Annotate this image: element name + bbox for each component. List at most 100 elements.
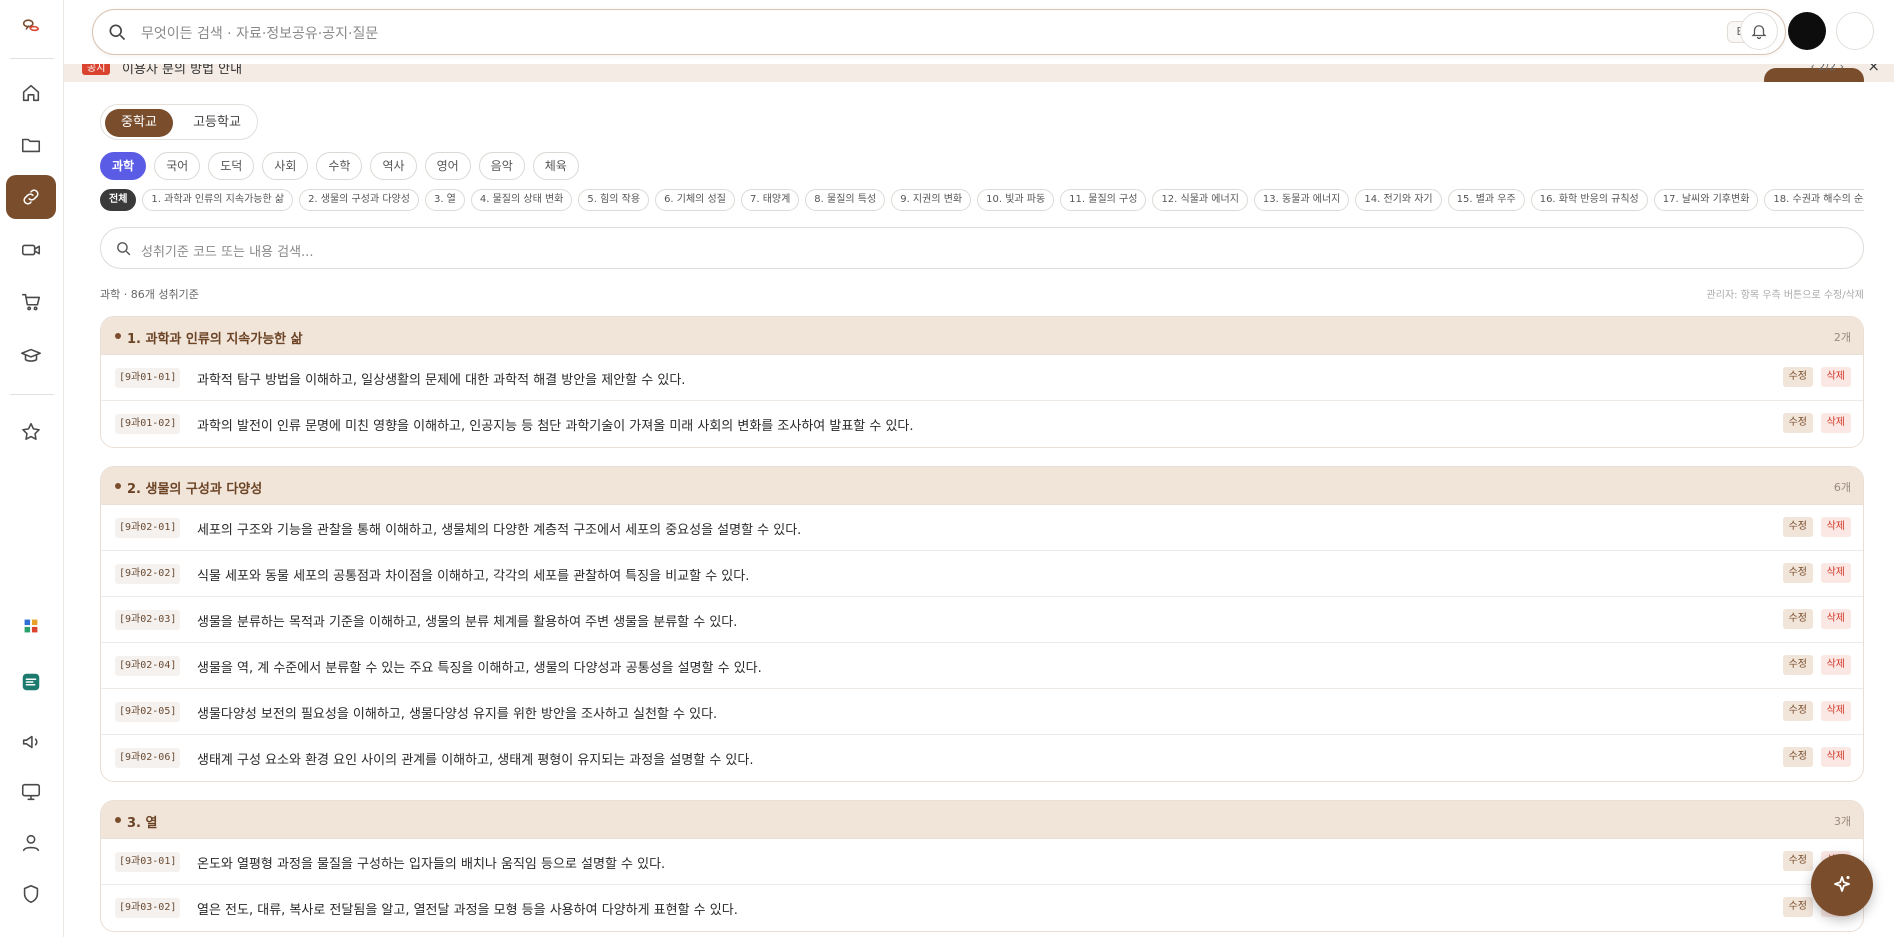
subject-chip[interactable]: 사회	[262, 152, 309, 180]
unit-chip[interactable]: 17. 날씨와 기후변화	[1653, 189, 1759, 211]
star-icon[interactable]	[6, 410, 56, 454]
unit-chip[interactable]: 10. 빛과 파동	[977, 189, 1055, 211]
standard-code: [9과02-04]	[115, 656, 181, 676]
megaphone-icon[interactable]	[6, 720, 56, 764]
subject-chip[interactable]: 역사	[370, 152, 417, 180]
unit-group: 1. 과학과 인류의 지속가능한 삶 2개 [9과01-01] 과학적 탐구 방…	[100, 316, 1864, 448]
unit-group-header[interactable]: 1. 과학과 인류의 지속가능한 삶 2개	[101, 317, 1863, 355]
edit-button[interactable]: 수정	[1782, 367, 1813, 387]
bell-icon	[1751, 25, 1767, 40]
standard-row: [9과01-02] 과학의 발전이 인류 문명에 미친 영향을 이해하고, 인공…	[101, 401, 1863, 447]
delete-button[interactable]: 삭제	[1820, 609, 1851, 629]
delete-button[interactable]: 삭제	[1820, 367, 1851, 387]
folder-icon[interactable]	[6, 123, 56, 167]
unit-chip[interactable]: 12. 식물과 에너지	[1152, 189, 1248, 211]
notification-button[interactable]	[1740, 12, 1778, 50]
cart-icon[interactable]	[6, 280, 56, 324]
unit-chip[interactable]: 4. 물질의 상태 변화	[470, 189, 573, 211]
unit-group-title: 3. 열	[127, 816, 158, 831]
delete-button[interactable]: 삭제	[1820, 563, 1851, 583]
unit-chip[interactable]: 9. 지권의 변화	[891, 189, 972, 211]
user-icon[interactable]	[6, 821, 56, 865]
unit-group: 3. 열 3개 [9과03-01] 온도와 열평형 과정을 물질을 구성하는 입…	[100, 800, 1864, 932]
edit-button[interactable]: 수정	[1782, 563, 1813, 583]
delete-button[interactable]: 삭제	[1820, 517, 1851, 537]
unit-chip[interactable]: 5. 힘의 작용	[578, 189, 650, 211]
standard-row: [9과02-06] 생태계 구성 요소와 환경 요인 사이의 관계를 이해하고,…	[101, 735, 1863, 781]
edit-button[interactable]: 수정	[1782, 517, 1813, 537]
unit-chip[interactable]: 18. 수권과 해수의 순환	[1764, 189, 1864, 211]
school-level-tabs: 중학교 고등학교	[100, 104, 258, 140]
edit-button[interactable]: 수정	[1782, 851, 1813, 871]
standard-row: [9과02-03] 생물을 분류하는 목적과 기준을 이해하고, 생물의 분류 …	[101, 597, 1863, 643]
unit-group-title: 1. 과학과 인류의 지속가능한 삶	[127, 332, 303, 347]
edit-button[interactable]: 수정	[1782, 747, 1813, 767]
search-icon	[117, 242, 131, 256]
edit-button[interactable]: 수정	[1782, 701, 1813, 721]
unit-group-header[interactable]: 3. 열 3개	[101, 801, 1863, 839]
standard-code: [9과01-02]	[115, 414, 181, 434]
top-bar: 무엇이든 검색 · 자료·정보공유·공지·질문 Enter	[64, 0, 1894, 64]
unit-group-header[interactable]: 2. 생물의 구성과 다양성 6개	[101, 467, 1863, 505]
unit-chip[interactable]: 2. 생물의 구성과 다양성	[299, 189, 419, 211]
standard-code: [9과03-02]	[115, 898, 181, 918]
standard-row: [9과02-02] 식물 세포와 동물 세포의 공통점과 차이점을 이해하고, …	[101, 551, 1863, 597]
edit-button[interactable]: 수정	[1782, 897, 1813, 917]
notes-icon[interactable]	[6, 660, 56, 704]
avatar[interactable]	[1788, 12, 1826, 50]
apps-button[interactable]	[1836, 12, 1874, 50]
edit-button[interactable]: 수정	[1782, 655, 1813, 675]
unit-chip[interactable]: 1. 과학과 인류의 지속가능한 삶	[142, 189, 294, 211]
unit-chip[interactable]: 14. 전기와 자기	[1355, 189, 1442, 211]
standard-text: 세포의 구조와 기능을 관찰을 통해 이해하고, 생물체의 다양한 계층적 구조…	[197, 523, 802, 538]
sparkle-icon	[1834, 876, 1850, 892]
result-summary: 과학 · 86개 성취기준	[100, 288, 199, 301]
subject-chip[interactable]: 체육	[532, 152, 579, 180]
subject-chip[interactable]: 도덕	[208, 152, 255, 180]
subject-chip[interactable]: 국어	[154, 152, 201, 180]
unit-chip[interactable]: 3. 열	[424, 189, 465, 211]
standard-row: [9과03-01] 온도와 열평형 과정을 물질을 구성하는 입자들의 배치나 …	[101, 839, 1863, 885]
ai-assistant-button[interactable]	[1811, 854, 1873, 916]
delete-button[interactable]: 삭제	[1820, 701, 1851, 721]
home-icon[interactable]	[6, 71, 56, 115]
unit-chip[interactable]: 11. 물질의 구성	[1060, 189, 1147, 211]
standard-code: [9과02-03]	[115, 610, 181, 630]
subject-filter: 과학 국어 도덕 사회 수학 역사 영어 음악 체육	[100, 152, 579, 180]
unit-chip[interactable]: 6. 기체의 성질	[655, 189, 735, 211]
standard-search-input[interactable]: 성취기준 코드 또는 내용 검색...	[100, 227, 1864, 269]
tab-high-school[interactable]: 고등학교	[179, 109, 255, 137]
edit-button[interactable]: 수정	[1782, 413, 1813, 433]
video-icon[interactable]	[6, 228, 56, 272]
subject-chip[interactable]: 음악	[478, 152, 525, 180]
global-search-placeholder: 무엇이든 검색 · 자료·정보공유·공지·질문	[141, 26, 379, 42]
unit-chip[interactable]: 16. 화학 반응의 규칙성	[1530, 189, 1648, 211]
graduation-cap-icon[interactable]	[6, 334, 56, 378]
left-rail	[0, 0, 64, 937]
unit-group-count: 2개	[1833, 331, 1851, 344]
monitor-icon[interactable]	[6, 770, 56, 814]
global-search-input[interactable]: 무엇이든 검색 · 자료·정보공유·공지·질문 Enter	[92, 9, 1786, 55]
edit-button[interactable]: 수정	[1782, 609, 1813, 629]
delete-button[interactable]: 삭제	[1820, 413, 1851, 433]
tab-middle-school[interactable]: 중학교	[105, 109, 173, 137]
subject-chip[interactable]: 영어	[424, 152, 471, 180]
subject-chip[interactable]: 수학	[316, 152, 363, 180]
apps-color-icon[interactable]	[6, 604, 56, 648]
standard-text: 열은 전도, 대류, 복사로 전달됨을 알고, 열전달 과정을 모형 등을 사용…	[197, 903, 738, 918]
delete-button[interactable]: 삭제	[1820, 747, 1851, 767]
delete-button[interactable]: 삭제	[1820, 655, 1851, 675]
link-icon[interactable]	[6, 175, 56, 219]
unit-chip[interactable]: 15. 별과 우주	[1447, 189, 1525, 211]
subject-chip[interactable]: 과학	[100, 152, 147, 180]
unit-chip[interactable]: 8. 물질의 특성	[805, 189, 886, 211]
unit-chip[interactable]: 전체	[100, 189, 137, 211]
bullet-icon	[115, 333, 121, 339]
search-icon	[109, 24, 126, 41]
unit-chip[interactable]: 7. 태양계	[740, 189, 800, 211]
unit-chip[interactable]: 13. 동물과 에너지	[1253, 189, 1350, 211]
bullet-icon	[115, 483, 121, 489]
logo-icon[interactable]	[6, 6, 56, 50]
shield-icon[interactable]	[6, 872, 56, 916]
standard-text: 과학적 탐구 방법을 이해하고, 일상생활의 문제에 대한 과학적 해결 방안을…	[197, 373, 686, 388]
